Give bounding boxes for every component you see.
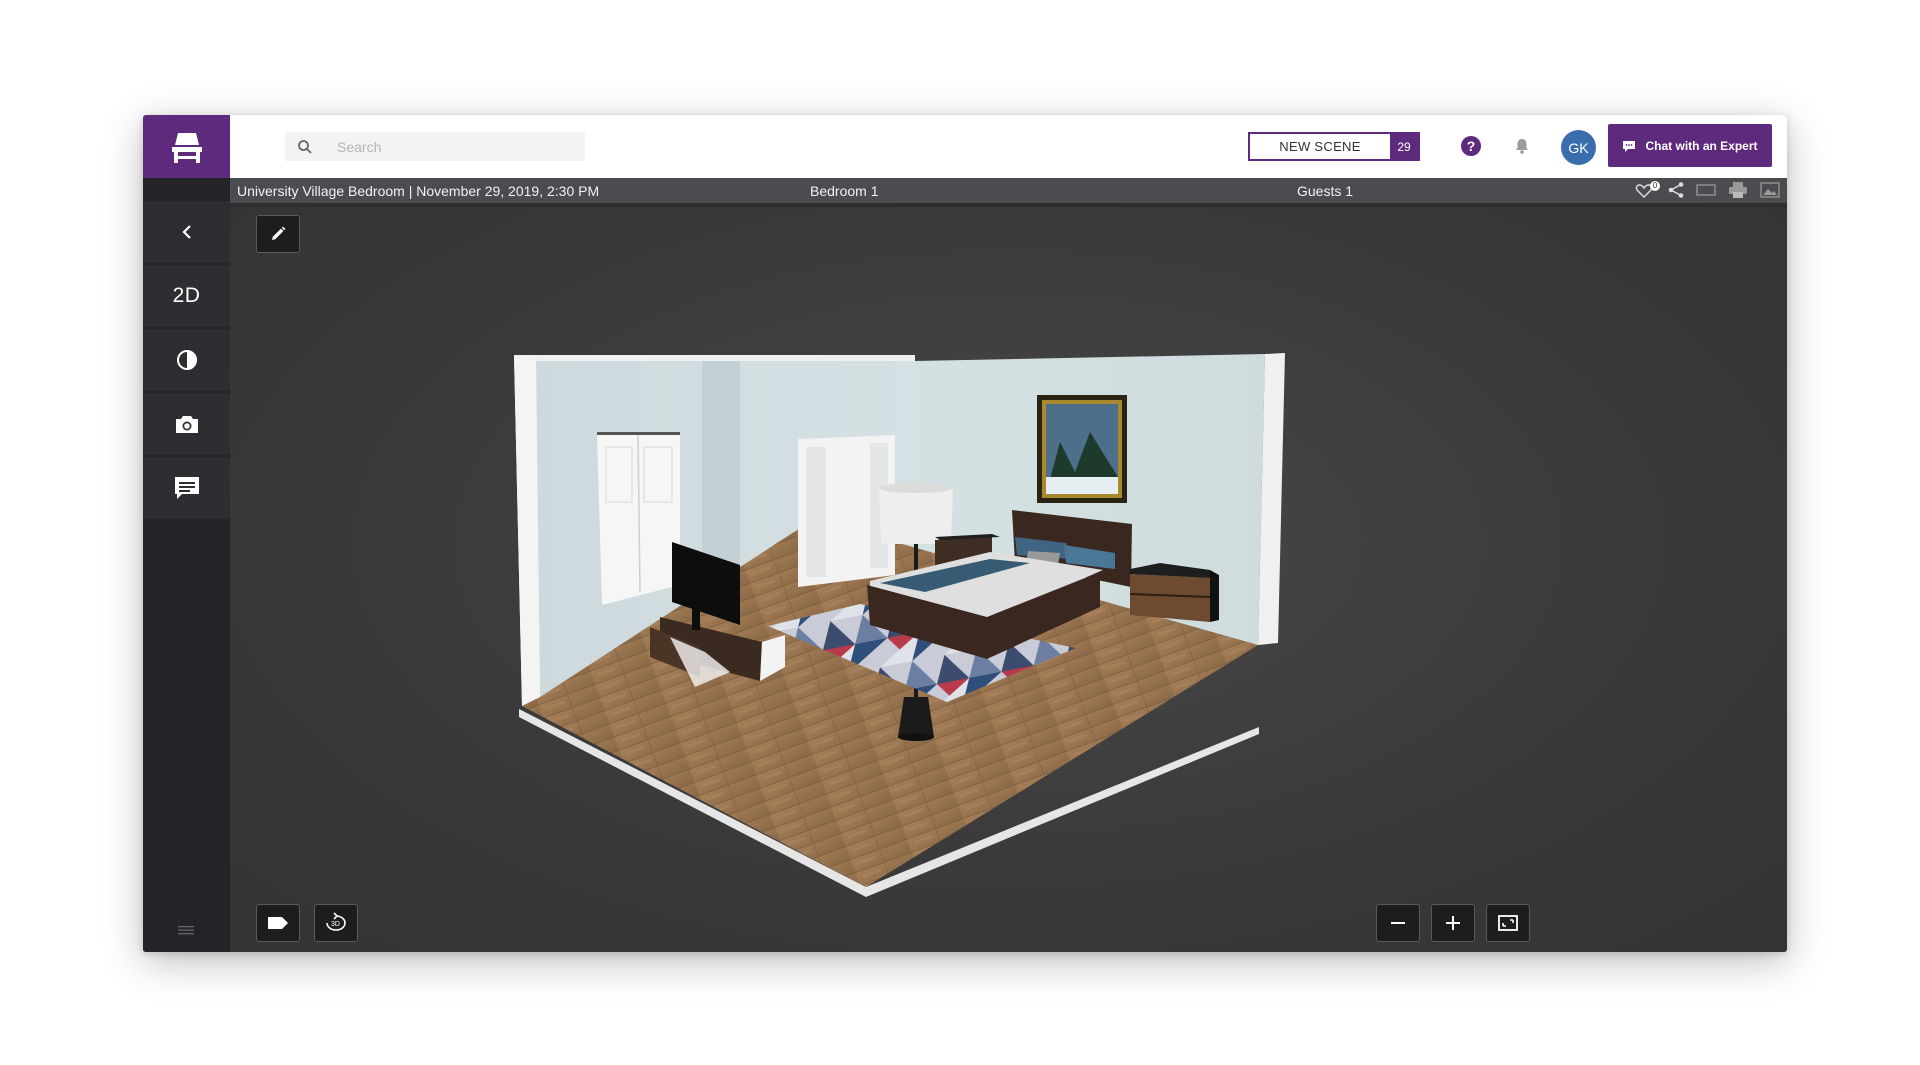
fit-screen-icon xyxy=(1498,915,1518,931)
image-export-icon[interactable] xyxy=(1759,181,1781,202)
camera-icon xyxy=(175,416,198,433)
likes-count: 0 xyxy=(1650,180,1660,191)
search-icon xyxy=(285,139,325,155)
room-3d-render xyxy=(514,353,1285,897)
scene-info-bar: University Village Bedroom | November 29… xyxy=(230,178,1787,207)
fit-screen-button[interactable] xyxy=(1486,904,1530,942)
help-icon[interactable]: ? xyxy=(1461,136,1481,156)
scene-tools: 0 xyxy=(1635,180,1781,202)
bell-icon[interactable] xyxy=(1513,137,1531,160)
chevron-left-icon xyxy=(181,225,191,239)
zoom-out-button[interactable] xyxy=(1376,904,1420,942)
new-scene-label: NEW SCENE xyxy=(1279,139,1361,154)
scene-count-badge: 29 xyxy=(1390,134,1418,159)
back-button[interactable] xyxy=(143,201,230,263)
contrast-icon xyxy=(176,350,197,370)
heart-icon[interactable]: 0 xyxy=(1635,180,1660,201)
app-window: NEW SCENE 29 ? GK Chat with an Expert Un… xyxy=(143,115,1787,952)
scene-title: University Village Bedroom | November 29… xyxy=(237,183,600,199)
edit-button[interactable] xyxy=(256,215,300,253)
pencil-icon xyxy=(272,226,286,240)
comment-icon xyxy=(174,477,199,499)
present-icon[interactable] xyxy=(1695,182,1717,201)
guests-count[interactable]: Guests 1 xyxy=(1297,183,1353,199)
new-scene-button[interactable]: NEW SCENE 29 xyxy=(1248,132,1420,161)
rotate-3d-icon: 3D xyxy=(326,912,346,931)
comments-button[interactable] xyxy=(143,457,230,519)
rotate-3d-button[interactable]: 3D xyxy=(314,904,358,942)
room-name[interactable]: Bedroom 1 xyxy=(810,183,878,199)
chair-icon xyxy=(171,132,202,163)
tag-button[interactable] xyxy=(256,904,300,942)
zoom-in-icon xyxy=(1446,916,1460,930)
camera-button[interactable] xyxy=(143,393,230,455)
menu-handle-icon[interactable] xyxy=(178,922,194,940)
2d-toggle-button[interactable]: 2D xyxy=(143,265,230,327)
top-bar: NEW SCENE 29 ? GK Chat with an Expert xyxy=(143,115,1787,178)
tag-icon xyxy=(268,917,288,929)
chat-with-expert-button[interactable]: Chat with an Expert xyxy=(1608,124,1772,167)
search-input[interactable] xyxy=(325,138,565,155)
zoom-out-icon xyxy=(1391,922,1405,924)
chat-label: Chat with an Expert xyxy=(1645,138,1758,153)
chat-bubble-icon xyxy=(1623,140,1636,152)
app-logo[interactable] xyxy=(143,115,230,178)
svg-text:3D: 3D xyxy=(331,921,340,928)
left-sidebar: 2D xyxy=(143,178,230,952)
contrast-button[interactable] xyxy=(143,329,230,391)
user-avatar[interactable]: GK xyxy=(1561,130,1596,165)
search-box xyxy=(285,132,585,161)
print-icon[interactable] xyxy=(1727,181,1749,202)
share-icon[interactable] xyxy=(1667,181,1685,202)
zoom-in-button[interactable] xyxy=(1431,904,1475,942)
3d-viewport[interactable]: 3D xyxy=(230,207,1787,952)
